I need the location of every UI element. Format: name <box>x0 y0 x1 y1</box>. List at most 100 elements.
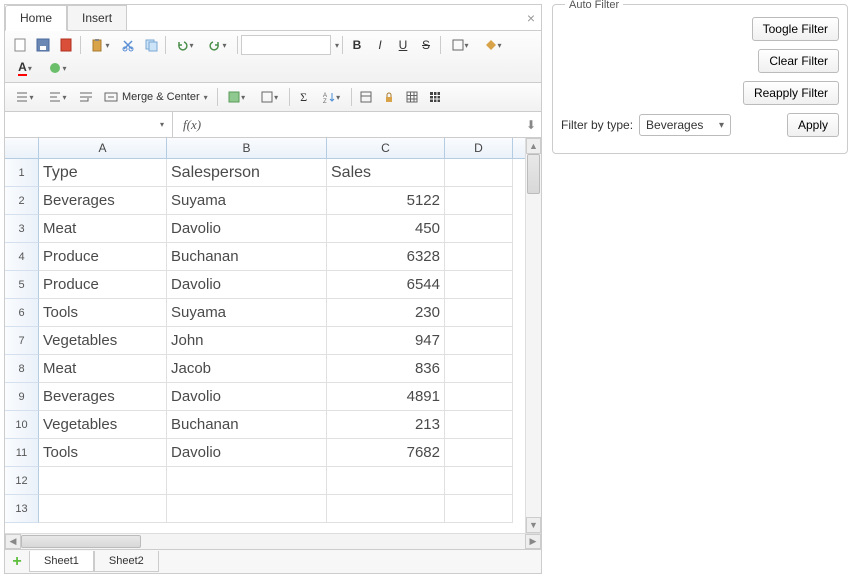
cell[interactable] <box>327 495 445 523</box>
undo-icon[interactable]: ▾ <box>169 34 201 56</box>
cell[interactable]: Salesperson <box>167 159 327 187</box>
horizontal-scrollbar[interactable]: ◀ ▶ <box>5 533 541 549</box>
cell[interactable]: Beverages <box>39 187 167 215</box>
vertical-scrollbar[interactable]: ▲ ▼ <box>525 138 541 533</box>
sheet-tab-1[interactable]: Sheet1 <box>29 551 94 572</box>
cut-icon[interactable] <box>117 34 139 56</box>
cell[interactable] <box>445 187 513 215</box>
cell[interactable]: Davolio <box>167 383 327 411</box>
tab-insert[interactable]: Insert <box>67 5 127 30</box>
cell[interactable] <box>445 299 513 327</box>
cell[interactable]: 836 <box>327 355 445 383</box>
cell[interactable] <box>445 439 513 467</box>
row-header[interactable]: 4 <box>5 243 39 271</box>
merge-center-button[interactable]: Merge & Center▾ <box>98 86 214 108</box>
close-icon[interactable]: × <box>527 10 535 26</box>
cell[interactable]: 5122 <box>327 187 445 215</box>
cell[interactable]: Produce <box>39 271 167 299</box>
new-icon[interactable] <box>9 34 31 56</box>
cell[interactable] <box>39 467 167 495</box>
formula-input[interactable] <box>211 112 521 137</box>
filter-type-select[interactable]: Beverages ▾ <box>639 114 731 136</box>
grid-icon[interactable] <box>401 86 423 108</box>
format-icon[interactable]: ▾ <box>42 57 74 79</box>
cell[interactable]: Tools <box>39 299 167 327</box>
row-header[interactable]: 8 <box>5 355 39 383</box>
font-color-icon[interactable]: A▾ <box>9 57 41 79</box>
cell[interactable] <box>445 271 513 299</box>
cell[interactable]: 450 <box>327 215 445 243</box>
cell[interactable]: Type <box>39 159 167 187</box>
cell[interactable] <box>445 411 513 439</box>
row-header[interactable]: 3 <box>5 215 39 243</box>
cell[interactable]: Jacob <box>167 355 327 383</box>
scroll-right-icon[interactable]: ▶ <box>525 534 541 549</box>
strike-icon[interactable]: S <box>415 34 437 56</box>
cell-format-icon[interactable]: ▾ <box>254 86 286 108</box>
table-icon[interactable] <box>424 86 446 108</box>
reapply-filter-button[interactable]: Reapply Filter <box>743 81 839 105</box>
cell[interactable]: John <box>167 327 327 355</box>
cell[interactable]: 230 <box>327 299 445 327</box>
cell[interactable] <box>445 327 513 355</box>
scroll-thumb[interactable] <box>21 535 141 548</box>
cell[interactable]: Beverages <box>39 383 167 411</box>
row-header[interactable]: 1 <box>5 159 39 187</box>
valign-icon[interactable]: ▾ <box>9 86 41 108</box>
col-header-d[interactable]: D <box>445 138 513 158</box>
col-header-b[interactable]: B <box>167 138 327 158</box>
cell[interactable]: Buchanan <box>167 243 327 271</box>
scroll-up-icon[interactable]: ▲ <box>526 138 541 154</box>
chevron-down-icon[interactable]: ▾ <box>335 41 339 50</box>
row-header[interactable]: 13 <box>5 495 39 523</box>
cell[interactable]: 213 <box>327 411 445 439</box>
toggle-filter-button[interactable]: Toogle Filter <box>752 17 839 41</box>
bold-icon[interactable]: B <box>346 34 368 56</box>
cell[interactable] <box>445 215 513 243</box>
underline-icon[interactable]: U <box>392 34 414 56</box>
cell[interactable]: Suyama <box>167 299 327 327</box>
cell[interactable]: Vegetables <box>39 327 167 355</box>
cell[interactable] <box>445 495 513 523</box>
cell[interactable]: 7682 <box>327 439 445 467</box>
pdf-icon[interactable] <box>55 34 77 56</box>
cell[interactable]: 4891 <box>327 383 445 411</box>
wrap-text-icon[interactable] <box>75 86 97 108</box>
cell[interactable] <box>167 495 327 523</box>
cell[interactable] <box>167 467 327 495</box>
cell[interactable]: Davolio <box>167 439 327 467</box>
lock-icon[interactable] <box>378 86 400 108</box>
fill-color-icon[interactable]: ▾ <box>477 34 509 56</box>
redo-icon[interactable]: ▾ <box>202 34 234 56</box>
italic-icon[interactable]: I <box>369 34 391 56</box>
tab-home[interactable]: Home <box>5 5 67 31</box>
cell[interactable]: 947 <box>327 327 445 355</box>
cell[interactable]: 6544 <box>327 271 445 299</box>
name-box[interactable]: ▾ <box>5 112 173 137</box>
cell[interactable]: Sales <box>327 159 445 187</box>
cell[interactable]: Davolio <box>167 271 327 299</box>
col-header-c[interactable]: C <box>327 138 445 158</box>
row-header[interactable]: 12 <box>5 467 39 495</box>
add-sheet-button[interactable]: + <box>5 553 29 571</box>
autosum-icon[interactable]: Σ <box>293 86 315 108</box>
border-icon[interactable]: ▾ <box>444 34 476 56</box>
scroll-down-icon[interactable]: ▼ <box>526 517 541 533</box>
save-icon[interactable] <box>32 34 54 56</box>
row-header[interactable]: 9 <box>5 383 39 411</box>
cell[interactable] <box>39 495 167 523</box>
sheet-tab-2[interactable]: Sheet2 <box>94 551 159 572</box>
select-all-corner[interactable] <box>5 138 39 158</box>
halign-icon[interactable]: ▾ <box>42 86 74 108</box>
cell[interactable] <box>445 467 513 495</box>
cell[interactable]: Tools <box>39 439 167 467</box>
cell[interactable]: 6328 <box>327 243 445 271</box>
cell[interactable]: Produce <box>39 243 167 271</box>
row-header[interactable]: 7 <box>5 327 39 355</box>
cell[interactable] <box>445 243 513 271</box>
row-header[interactable]: 6 <box>5 299 39 327</box>
cell[interactable]: Davolio <box>167 215 327 243</box>
cell[interactable] <box>445 355 513 383</box>
copy-icon[interactable] <box>140 34 162 56</box>
row-header[interactable]: 5 <box>5 271 39 299</box>
